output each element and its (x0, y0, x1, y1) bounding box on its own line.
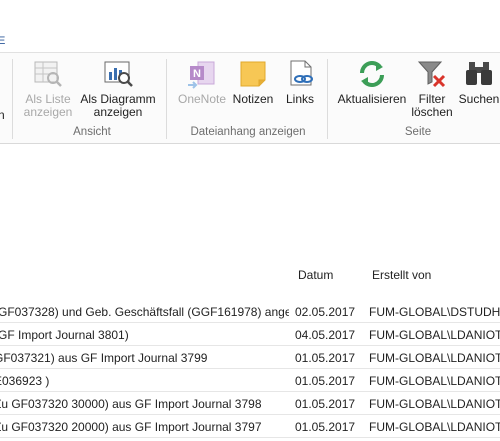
refresh-label: Aktualisieren (337, 92, 407, 106)
show-as-diagram-button[interactable]: Als Diagramm anzeigen (78, 59, 158, 119)
onenote-button[interactable]: N OneNote (176, 59, 228, 106)
row-created-by: FUM-GLOBAL\DSTUDHALTER (369, 305, 500, 319)
row-date: 04.05.2017 (295, 328, 356, 342)
row-subject: (GF Import Journal 3801) (0, 328, 129, 342)
onenote-icon: N (188, 61, 215, 89)
row-date: 01.05.2017 (295, 374, 356, 388)
onenote-label: OneNote (177, 92, 227, 106)
diagram-view-icon (104, 61, 133, 87)
table-row[interactable]: Zu GF037320 20000) aus GF Import Journal… (0, 415, 500, 438)
clear-filter-button[interactable]: Filter löschen (408, 59, 456, 119)
ribbon: n Als Liste anzeigen Als Diagramm anzeig… (0, 52, 500, 144)
search-label: Suchen (458, 92, 500, 106)
row-subject: E036923 ) (0, 374, 50, 388)
column-header-date[interactable]: Datum (298, 268, 333, 282)
row-subject: GF037321) aus GF Import Journal 3799 (0, 351, 208, 365)
row-created-by: FUM-GLOBAL\LDANIOTH (369, 420, 500, 434)
ribbon-tab-strip: E (0, 0, 500, 52)
row-date: 01.05.2017 (295, 397, 356, 411)
row-created-by: FUM-GLOBAL\LDANIOTH (369, 351, 500, 365)
show-as-list-label-2: anzeigen (23, 105, 73, 119)
row-date: 01.05.2017 (295, 420, 356, 434)
list-view-icon (34, 61, 62, 87)
group-label-ansicht: Ansicht (73, 126, 111, 138)
tab-partial-label[interactable]: E (0, 35, 5, 47)
links-button[interactable]: Links (280, 59, 320, 106)
link-icon (290, 60, 313, 86)
table-row[interactable]: Zu GF037320 30000) aus GF Import Journal… (0, 392, 500, 415)
partial-button-label[interactable]: n (0, 108, 5, 122)
group-label-seite: Seite (404, 126, 432, 138)
clear-filter-label-2: löschen (411, 105, 453, 119)
table-row[interactable]: GF037321) aus GF Import Journal 3799 01.… (0, 346, 500, 369)
notes-label: Notizen (232, 92, 274, 106)
show-as-diagram-label-2: anzeigen (93, 105, 143, 119)
links-label: Links (285, 92, 314, 106)
group-label-dateianhang: Dateianhang anzeigen (190, 126, 306, 138)
refresh-icon (360, 61, 384, 87)
notes-icon (240, 61, 266, 87)
row-created-by: FUM-GLOBAL\LDANIOTH (369, 397, 500, 411)
row-date: 01.05.2017 (295, 351, 356, 365)
row-created-by: FUM-GLOBAL\LDANIOTH (369, 374, 500, 388)
row-created-by: FUM-GLOBAL\LDANIOTH (369, 328, 500, 342)
row-subject: (GF037328) und Geb. Geschäftsfall (GGF16… (0, 305, 289, 319)
clear-filter-icon (417, 61, 446, 88)
svg-text:N: N (193, 68, 201, 80)
notes-button[interactable]: Notizen (230, 59, 276, 106)
table-row[interactable]: (GF Import Journal 3801) 04.05.2017 FUM-… (0, 323, 500, 346)
ribbon-separator (327, 59, 328, 139)
column-header-created-by[interactable]: Erstellt von (372, 268, 431, 282)
table-row[interactable]: E036923 ) 01.05.2017 FUM-GLOBAL\LDANIOTH (0, 369, 500, 392)
ribbon-separator (12, 59, 13, 139)
refresh-button[interactable]: Aktualisieren (336, 59, 408, 106)
search-button[interactable]: Suchen (458, 59, 500, 106)
row-subject: Zu GF037320 20000) aus GF Import Journal… (0, 420, 262, 434)
table-row[interactable]: (GF037328) und Geb. Geschäftsfall (GGF16… (0, 300, 500, 323)
show-as-list-button[interactable]: Als Liste anzeigen (22, 59, 74, 119)
binoculars-icon (466, 62, 492, 85)
ribbon-separator (166, 59, 167, 139)
row-subject: Zu GF037320 30000) aus GF Import Journal… (0, 397, 262, 411)
row-date: 02.05.2017 (295, 305, 356, 319)
